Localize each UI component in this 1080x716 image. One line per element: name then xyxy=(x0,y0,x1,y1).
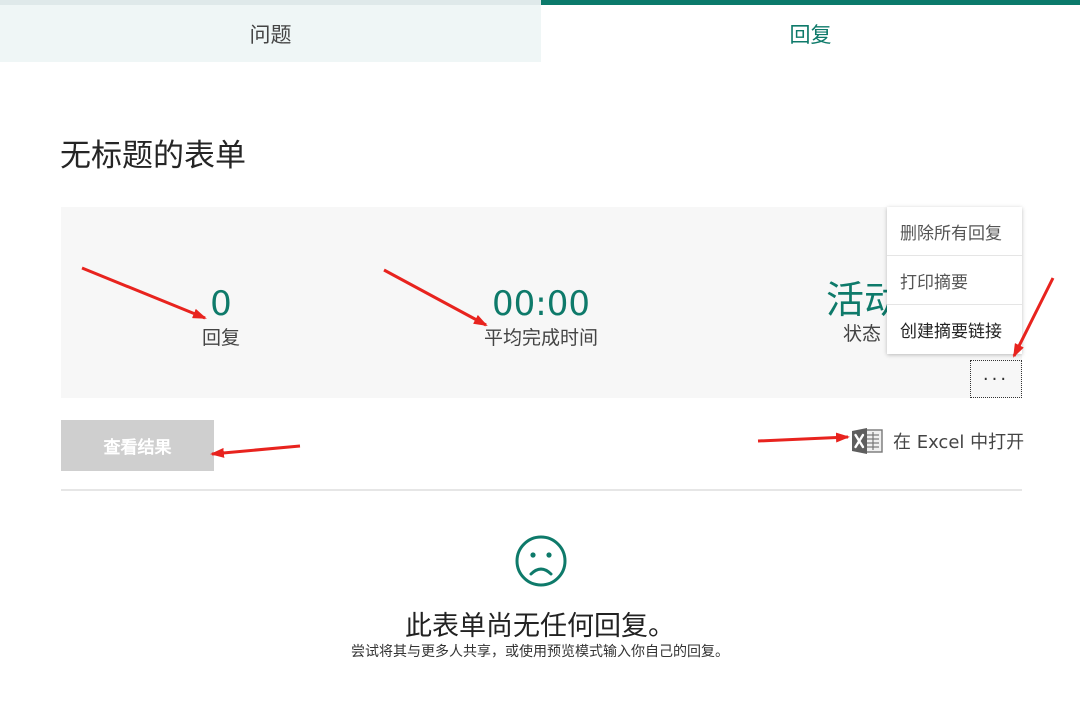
excel-icon xyxy=(852,428,883,454)
more-options-menu: 删除所有回复 打印摘要 创建摘要链接 xyxy=(887,207,1022,354)
responses-count: 0 xyxy=(210,284,232,324)
view-results-button[interactable]: 查看结果 xyxy=(61,420,214,471)
responses-label: 回复 xyxy=(201,327,240,349)
open-in-excel-label: 在 Excel 中打开 xyxy=(893,432,1025,453)
summary-panel: 0 回复 00:00 平均完成时间 活动 状态 xyxy=(61,207,1022,398)
avg-time-label: 平均完成时间 xyxy=(483,327,598,349)
more-icon: ··· xyxy=(982,368,1010,390)
divider xyxy=(61,489,1022,491)
menu-item-delete-all[interactable]: 删除所有回复 xyxy=(887,207,1022,256)
empty-state-title: 此表单尚无任何回复。 xyxy=(405,611,675,642)
menu-item-create-summary-link[interactable]: 创建摘要链接 xyxy=(887,305,1022,354)
tab-bar: 问题 回复 xyxy=(0,0,1080,62)
annotation-arrow xyxy=(210,444,301,458)
tab-questions[interactable]: 问题 xyxy=(0,0,541,62)
open-in-excel-link[interactable]: 在 Excel 中打开 xyxy=(852,426,1024,456)
avg-time-value: 00:00 xyxy=(492,284,590,324)
menu-item-print-summary[interactable]: 打印摘要 xyxy=(887,256,1022,305)
sad-face-icon xyxy=(515,535,567,587)
more-options-button[interactable]: ··· xyxy=(970,360,1022,398)
form-title: 无标题的表单 xyxy=(60,138,246,174)
responses-stat: 0 回复 xyxy=(171,284,271,350)
empty-state-subtitle: 尝试将其与更多人共享，或使用预览模式输入你自己的回复。 xyxy=(351,644,729,660)
tab-responses[interactable]: 回复 xyxy=(541,0,1080,62)
avg-time-stat: 00:00 平均完成时间 xyxy=(461,284,621,350)
annotation-arrow xyxy=(757,432,850,443)
